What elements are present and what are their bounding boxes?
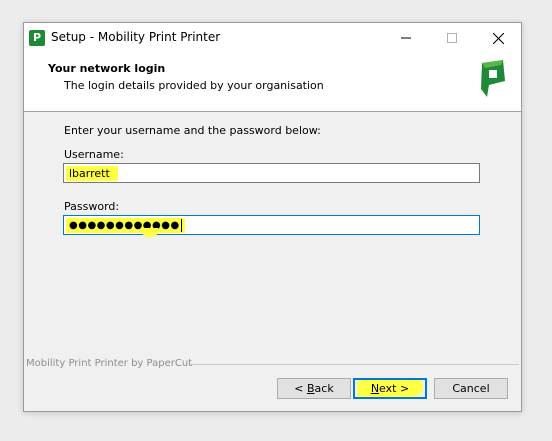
wizard-header: Your network login The login details pro… [24, 53, 521, 112]
papercut-logo-icon [481, 60, 505, 97]
page-title: Your network login [48, 62, 166, 75]
page-subtitle: The login details provided by your organ… [64, 79, 324, 92]
username-label: Username: [64, 148, 124, 161]
close-button[interactable] [475, 23, 521, 53]
next-button[interactable]: Next > [353, 378, 427, 399]
papercut-p-icon: P [29, 30, 45, 46]
cancel-button[interactable]: Cancel [434, 378, 508, 399]
password-value: ●●●●●●●●●●●● [66, 218, 185, 233]
maximize-icon [447, 33, 457, 43]
login-form: Enter your username and the password bel… [24, 112, 521, 364]
instruction-text: Enter your username and the password bel… [64, 124, 321, 137]
footer-divider [190, 364, 519, 365]
maximize-button[interactable] [429, 23, 475, 53]
footer-brand: Mobility Print Printer by PaperCut [26, 358, 193, 369]
minimize-button[interactable] [383, 23, 429, 53]
username-value: lbarrett [66, 166, 118, 181]
setup-window: P Setup - Mobility Print Printer Your ne… [23, 22, 522, 412]
close-icon [492, 32, 504, 44]
highlight-mark [142, 228, 158, 237]
password-field[interactable]: ●●●●●●●●●●●● [63, 215, 480, 237]
title-bar[interactable]: P Setup - Mobility Print Printer [24, 23, 521, 53]
back-button[interactable]: < Back [277, 378, 351, 399]
window-title: Setup - Mobility Print Printer [51, 30, 221, 44]
password-label: Password: [64, 200, 120, 213]
username-field[interactable]: lbarrett [63, 163, 480, 183]
text-caret [180, 218, 182, 232]
minimize-icon [401, 37, 411, 39]
